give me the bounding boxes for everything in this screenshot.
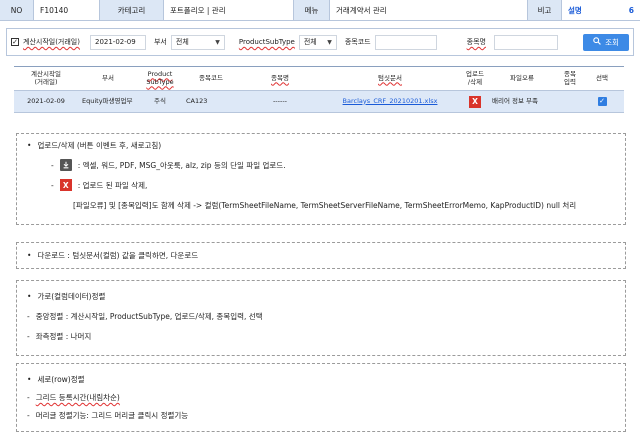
code-label: 종목코드	[344, 38, 371, 46]
search-button-label: 조회	[605, 37, 619, 47]
filter-bar: ✓ 계산시작일(거래일) 2021-02-09 부서 전체 ▼ ProductS…	[6, 28, 634, 56]
code-input[interactable]	[374, 34, 437, 50]
category-label: 카테고리	[100, 0, 164, 20]
name-label: 종목명	[466, 38, 486, 46]
bullet: •	[27, 141, 32, 150]
grid-header: 계산시작일 (거래일) 부서 Product SubType 종목코드 종목명 …	[14, 67, 624, 91]
note-delete-detail: [파일오류] 및 [종목입력]도 함께 삭제 -> 컬럼(TermSheetFi…	[73, 201, 577, 210]
note-upload-title: 업로드/삭제 (버튼 이벤트 후, 새로고침)	[37, 141, 162, 150]
date-filter-label: 계산시작일(거래일)	[23, 38, 80, 46]
col-calc-date[interactable]: 계산시작일 (거래일)	[14, 70, 78, 87]
menu-label: 메뉴	[294, 0, 330, 20]
subtype-label: ProductSubType	[238, 38, 295, 46]
subtype-select-value: 전체	[303, 38, 317, 46]
download-icon	[59, 159, 72, 171]
caret-down-icon: ▼	[327, 38, 332, 46]
note-align-left: 좌측정렬 : 나머지	[35, 332, 92, 341]
delete-x-icon: X	[59, 179, 72, 191]
dept-select-value: 전체	[175, 38, 189, 46]
no-value: F10140	[34, 0, 100, 20]
note-align-title-line: • 가로(컬럼데이터)정렬	[27, 291, 615, 302]
note-download-text: 다운로드 : 텀싯문서(컬럼) 값을 클릭하면, 다운로드	[37, 251, 199, 260]
col-select[interactable]: 선택	[586, 74, 618, 83]
note-download-line: • 다운로드 : 텀싯문서(컬럼) 값을 클릭하면, 다운로드	[27, 250, 198, 261]
termsheet-download-link[interactable]: Barclays_CRF_20210201.xlsx	[343, 97, 438, 105]
note-upload-title-line: • 업로드/삭제 (버튼 이벤트 후, 새로고침)	[27, 140, 615, 151]
col-dept[interactable]: 부서	[78, 74, 138, 83]
check-icon: ✓	[12, 37, 18, 46]
category-value: 포트폴리오 | 관리	[164, 0, 294, 20]
cell-termsheet: Barclays_CRF_20210201.xlsx	[320, 97, 460, 106]
note-upload-delete: • 업로드/삭제 (버튼 이벤트 후, 새로고침) - : 엑셀, 워드, PD…	[16, 133, 626, 225]
cell-upload: X	[460, 95, 490, 108]
dash: -	[27, 393, 30, 402]
cell-product: 주식	[154, 96, 166, 105]
date-input[interactable]: 2021-02-09	[89, 34, 146, 50]
note-download: • 다운로드 : 텀싯문서(컬럼) 값을 클릭하면, 다운로드	[16, 242, 626, 269]
name-input[interactable]	[493, 34, 558, 50]
note-sort-title-line: • 세로(row)정렬	[27, 374, 615, 385]
info-bar: NO F10140 카테고리 포트폴리오 | 관리 메뉴 거래계약서 관리 비고…	[0, 0, 640, 21]
remark-label: 비고	[528, 0, 562, 20]
remark-count: 6	[628, 5, 634, 15]
col-name[interactable]: 종목명	[240, 74, 320, 83]
remark-cell: 설명 6	[562, 0, 640, 20]
cell-name: ------	[272, 96, 288, 105]
note-sort-header: 머리글 정렬기능: 그리드 머리글 클릭시 정렬기능	[35, 411, 189, 420]
note-sort-grid-line: - 그리드 등록시간(내림차순)	[27, 392, 615, 403]
dash: -	[51, 160, 54, 170]
col-termsheet[interactable]: 텀싯문서	[320, 74, 460, 83]
bullet: •	[27, 375, 32, 384]
menu-value: 거래계약서 관리	[330, 0, 528, 20]
note-align-center: 중앙정렬 : 계산시작일, ProductSubType, 업로드/삭제, 종목…	[35, 312, 263, 321]
caret-down-icon: ▼	[215, 38, 220, 46]
cell-file-error: 배리어 정보 부족	[492, 96, 538, 105]
note-align-title: 가로(컬럼데이터)정렬	[37, 292, 106, 301]
note-delete-detail-line: [파일오류] 및 [종목입력]도 함께 삭제 -> 컬럼(TermSheetFi…	[27, 200, 615, 211]
note-vertical-sort: • 세로(row)정렬 - 그리드 등록시간(내림차순) - 머리글 정렬기능:…	[16, 363, 626, 432]
table-row[interactable]: 2021-02-09 Equity파생영업부 주식 CA123 ------ B…	[14, 91, 624, 113]
col-upload[interactable]: 업로드 /삭제	[460, 70, 490, 87]
delete-x-icon[interactable]: X	[469, 95, 481, 108]
dept-label: 부서	[153, 38, 167, 46]
checkbox-checked-icon[interactable]: ✓	[597, 96, 607, 106]
dept-select[interactable]: 전체 ▼	[170, 34, 225, 50]
date-input-value: 2021-02-09	[94, 38, 136, 46]
dash: -	[27, 332, 30, 341]
note-sort-title: 세로(row)정렬	[37, 375, 85, 384]
cell-dept: Equity파생영업부	[82, 96, 133, 105]
col-file-error[interactable]: 파일오류	[490, 74, 554, 83]
note-sort-header-line: - 머리글 정렬기능: 그리드 머리글 클릭시 정렬기능	[27, 410, 615, 421]
note-align-center-line: - 중앙정렬 : 계산시작일, ProductSubType, 업로드/삭제, …	[27, 311, 615, 322]
note-upload-line: - : 엑셀, 워드, PDF, MSG_아웃룩, alz, zip 등의 단일…	[27, 159, 615, 171]
remark-value: 설명	[568, 5, 582, 15]
note-align-left-line: - 좌측정렬 : 나머지	[27, 331, 615, 342]
note-sort-grid: 그리드 등록시간(내림차순)	[35, 393, 120, 402]
bullet: •	[27, 292, 32, 301]
note-horizontal-align: • 가로(컬럼데이터)정렬 - 중앙정렬 : 계산시작일, ProductSub…	[16, 280, 626, 356]
note-upload-desc: : 엑셀, 워드, PDF, MSG_아웃룩, alz, zip 등의 단일 파…	[77, 160, 286, 170]
col-product-subtype[interactable]: Product SubType	[138, 70, 182, 87]
col-code[interactable]: 종목코드	[182, 74, 240, 83]
col-item-input[interactable]: 종목 입력	[554, 70, 586, 87]
date-filter-checkbox[interactable]: ✓	[11, 38, 19, 46]
subtype-select[interactable]: 전체 ▼	[298, 34, 337, 50]
bullet: •	[27, 251, 32, 260]
cell-calc-date: 2021-02-09	[27, 96, 65, 105]
termsheet-grid: 계산시작일 (거래일) 부서 Product SubType 종목코드 종목명 …	[14, 66, 624, 113]
no-label: NO	[0, 0, 34, 20]
dash: -	[51, 180, 54, 190]
note-delete-desc: : 업로드 된 파일 삭제,	[77, 180, 148, 190]
search-button[interactable]: 조회	[583, 33, 629, 51]
dash: -	[27, 312, 30, 321]
dash: -	[27, 411, 30, 420]
cell-select: ✓	[586, 96, 618, 106]
cell-code: CA123	[186, 96, 208, 105]
search-icon	[593, 37, 601, 47]
note-delete-line: - X : 업로드 된 파일 삭제,	[27, 179, 615, 191]
